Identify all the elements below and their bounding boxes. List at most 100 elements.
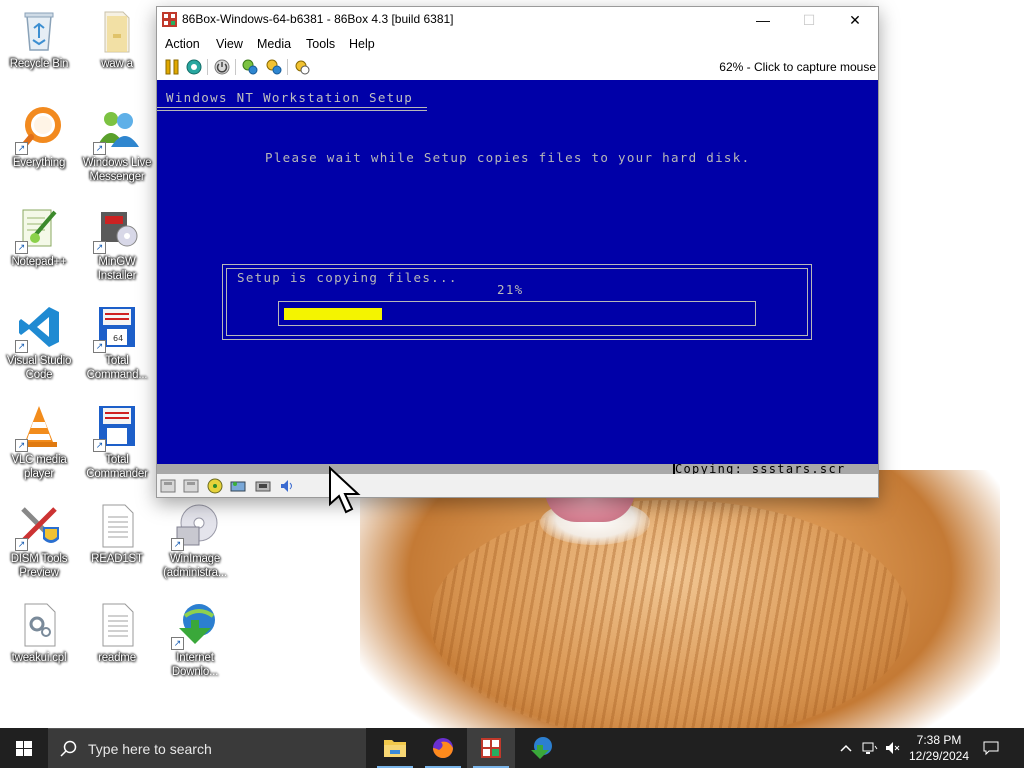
desktop-icon-label: WinImage (administra... [163, 553, 227, 579]
floppy-drive-icon[interactable] [160, 478, 176, 494]
desktop-icon-notepad-plus-plus[interactable]: ↗ Notepad++ [0, 204, 78, 269]
toolbar: 62% - Click to capture mouse [157, 55, 878, 79]
desktop-icon-label: Total Commander [86, 454, 148, 480]
menu-view[interactable]: View [216, 37, 243, 51]
settings-gears-icon[interactable] [241, 58, 259, 76]
desktop-icon-recycle-bin[interactable]: Recycle Bin [0, 6, 78, 71]
ctrl-alt-del-icon[interactable] [185, 58, 203, 76]
desktop-icon-everything[interactable]: ↗ Everything [0, 105, 78, 170]
minimize-button[interactable]: — [740, 7, 786, 33]
notepad-plus-plus-icon: ↗ [15, 204, 63, 254]
internet-download-manager-icon: ↗ [171, 600, 219, 650]
search-box[interactable]: Type here to search [48, 728, 366, 768]
desktop-icon-label: readme [98, 652, 136, 664]
shortcut-arrow-icon: ↗ [93, 142, 106, 155]
volume-muted-icon[interactable] [884, 740, 900, 756]
desktop-icon-label: READ1ST [91, 553, 143, 565]
taskbar-internet-download-manager[interactable] [517, 728, 565, 768]
text-document-icon [93, 501, 141, 549]
sound-icon[interactable] [279, 478, 295, 494]
menu-bar: Action View Media Tools Help [157, 33, 878, 55]
menu-help[interactable]: Help [349, 37, 375, 51]
menu-tools[interactable]: Tools [306, 37, 335, 51]
total-commander-icon: ↗ [93, 402, 141, 452]
menu-media[interactable]: Media [257, 37, 291, 51]
capture-mouse-status: 62% - Click to capture mouse [719, 60, 876, 74]
emulated-screen[interactable]: Windows NT Workstation Setup Please wait… [157, 80, 878, 474]
text-document-icon [93, 600, 141, 648]
desktop-icon-label: tweakui.cpl [11, 652, 67, 664]
window-title: 86Box-Windows-64-b6381 - 86Box 4.3 [buil… [182, 12, 454, 26]
title-bar[interactable]: 86Box-Windows-64-b6381 - 86Box 4.3 [buil… [157, 7, 878, 33]
toolbar-separator [235, 59, 236, 75]
desktop-icon-label: Notepad++ [11, 256, 67, 268]
desktop-icon-label: VLC media player [11, 454, 67, 480]
shortcut-arrow-icon: ↗ [15, 241, 28, 254]
search-placeholder: Type here to search [88, 741, 212, 757]
desktop-icon-visual-studio-code[interactable]: ↗ Visual Studio Code [0, 303, 78, 382]
progress-bar-fill [284, 308, 382, 320]
desktop-icon-label: Recycle Bin [9, 58, 69, 70]
progress-bar-frame [278, 301, 756, 326]
vlc-cone-icon: ↗ [15, 402, 63, 452]
system-clock[interactable]: 7:38 PM 12/29/2024 [906, 732, 972, 764]
acpi-shutdown-icon[interactable] [293, 58, 311, 76]
shortcut-arrow-icon: ↗ [15, 439, 28, 452]
messenger-icon: ↗ [93, 105, 141, 155]
firefox-icon [433, 738, 453, 758]
desktop-icon-winimage[interactable]: ↗ WinImage (administra... [156, 501, 234, 580]
desktop-icon-label: Total Command... [86, 355, 148, 381]
control-panel-file-icon [15, 600, 63, 648]
desktop-icon-internet-download-manager[interactable]: ↗ Internet Downlo... [156, 600, 234, 679]
desktop-icon-readme[interactable]: readme [78, 600, 156, 665]
mingw-installer-icon: ↗ [93, 204, 141, 254]
vscode-icon: ↗ [15, 303, 63, 353]
network-card-icon[interactable] [255, 478, 271, 494]
cdrom-drive-icon[interactable] [207, 478, 223, 494]
desktop-icon-label: DISM Tools Preview [10, 553, 68, 579]
maximize-button[interactable]: ☐ [786, 7, 832, 33]
desktop-icon-label: waw a [101, 58, 133, 70]
hard-disk-icon[interactable] [230, 478, 246, 494]
network-icon[interactable] [862, 740, 878, 756]
internet-download-manager-icon [531, 737, 552, 759]
everything-search-icon: ↗ [15, 105, 63, 155]
desktop-icon-vlc-media-player[interactable]: ↗ VLC media player [0, 402, 78, 481]
shortcut-arrow-icon: ↗ [93, 439, 106, 452]
desktop-icon-label: Visual Studio Code [6, 355, 72, 381]
desktop-icon-windows-live-messenger[interactable]: ↗ Windows Live Messenger [78, 105, 156, 184]
dism-tools-icon: ↗ [15, 501, 63, 551]
total-commander-icon: 64 ↗ [93, 303, 141, 353]
taskbar-86box[interactable] [467, 728, 515, 768]
wallpaper-dog-fur-detail [430, 500, 910, 728]
show-hidden-icons-chevron-icon[interactable] [838, 740, 854, 756]
pause-icon[interactable] [163, 58, 181, 76]
search-icon [60, 740, 77, 757]
menu-action[interactable]: Action [165, 37, 200, 51]
desktop-icon-dism-tools-preview[interactable]: ↗ DISM Tools Preview [0, 501, 78, 580]
desktop-icon-read1st[interactable]: READ1ST [78, 501, 156, 566]
setup-title: Windows NT Workstation Setup [166, 90, 414, 105]
taskbar: Type here to search 7:38 PM 12/29/2024 [0, 728, 1024, 768]
desktop-icon-tweakui[interactable]: tweakui.cpl [0, 600, 78, 665]
desktop-icon-total-commander-64[interactable]: 64 ↗ Total Command... [78, 303, 156, 382]
close-button[interactable]: ✕ [832, 7, 878, 33]
title-underline [157, 107, 427, 108]
toolbar-separator [287, 59, 288, 75]
taskbar-firefox[interactable] [419, 728, 467, 768]
recycle-bin-icon [15, 6, 63, 54]
file-explorer-icon [384, 740, 406, 757]
desktop-icon-waw-a[interactable]: waw a [78, 6, 156, 71]
floppy-drive-icon[interactable] [183, 478, 199, 494]
taskbar-file-explorer[interactable] [371, 728, 419, 768]
desktop-icon-mingw-installer[interactable]: ↗ MinGW Installer [78, 204, 156, 283]
power-icon[interactable] [213, 58, 231, 76]
desktop-icon-label: Internet Downlo... [171, 652, 219, 678]
clock-date: 12/29/2024 [908, 749, 970, 763]
shortcut-arrow-icon: ↗ [171, 538, 184, 551]
notifications-icon[interactable] [983, 740, 999, 756]
hard-reset-gears-icon[interactable] [265, 58, 283, 76]
desktop-icon-total-commander[interactable]: ↗ Total Commander [78, 402, 156, 481]
86box-window[interactable]: 86Box-Windows-64-b6381 - 86Box 4.3 [buil… [156, 6, 879, 498]
start-button[interactable] [0, 728, 48, 768]
